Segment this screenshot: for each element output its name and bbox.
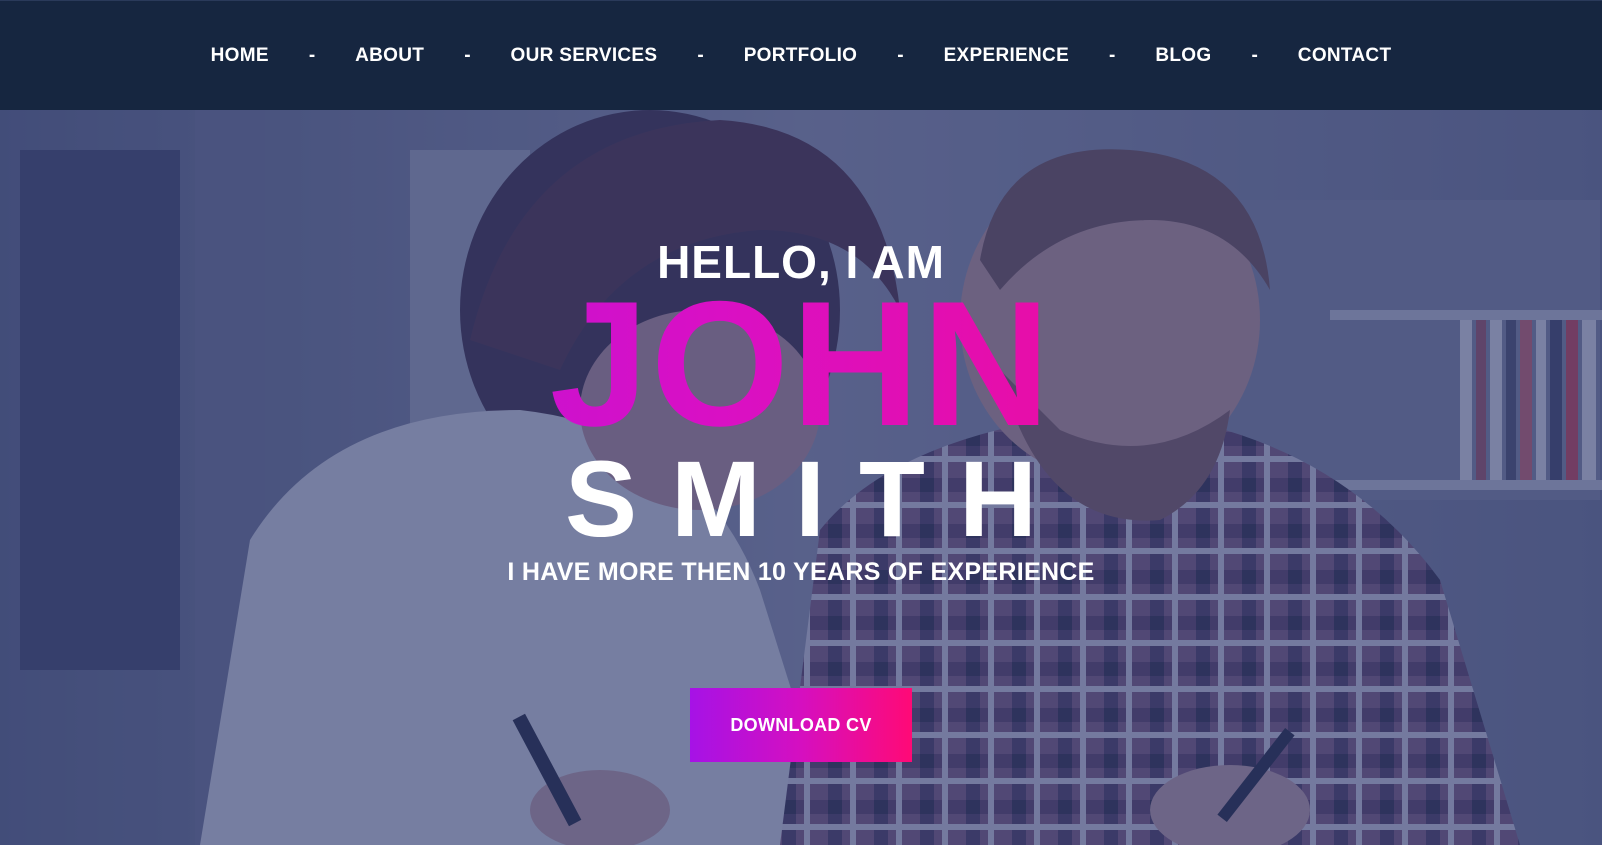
- nav-link-contact[interactable]: CONTACT: [1298, 45, 1392, 67]
- hero-content: HELLO, I AM JOHN SMITH I HAVE MORE THEN …: [0, 110, 1602, 845]
- nav-link-home[interactable]: HOME: [211, 45, 269, 67]
- nav-list: HOME - ABOUT - OUR SERVICES - PORTFOLIO …: [211, 45, 1392, 67]
- nav-link-portfolio[interactable]: PORTFOLIO: [744, 45, 858, 67]
- hero-tagline: I HAVE MORE THEN 10 YEARS OF EXPERIENCE: [507, 558, 1095, 586]
- nav-link-experience[interactable]: EXPERIENCE: [944, 45, 1069, 67]
- nav-separator: -: [1251, 44, 1258, 66]
- nav-separator: -: [697, 44, 704, 66]
- nav-separator: -: [308, 44, 316, 66]
- main-navigation: HOME - ABOUT - OUR SERVICES - PORTFOLIO …: [0, 0, 1602, 110]
- nav-separator: -: [1109, 44, 1116, 66]
- hero-first-name: JOHN: [0, 275, 1602, 453]
- nav-separator: -: [464, 44, 471, 66]
- nav-link-about[interactable]: ABOUT: [355, 45, 424, 67]
- download-cv-button[interactable]: DOWNLOAD CV: [690, 688, 912, 762]
- nav-separator: -: [897, 44, 904, 66]
- nav-link-blog[interactable]: BLOG: [1155, 45, 1211, 67]
- page: HOME - ABOUT - OUR SERVICES - PORTFOLIO …: [0, 0, 1602, 845]
- hero-last-name: SMITH: [565, 438, 1071, 559]
- nav-link-our-services[interactable]: OUR SERVICES: [511, 45, 658, 67]
